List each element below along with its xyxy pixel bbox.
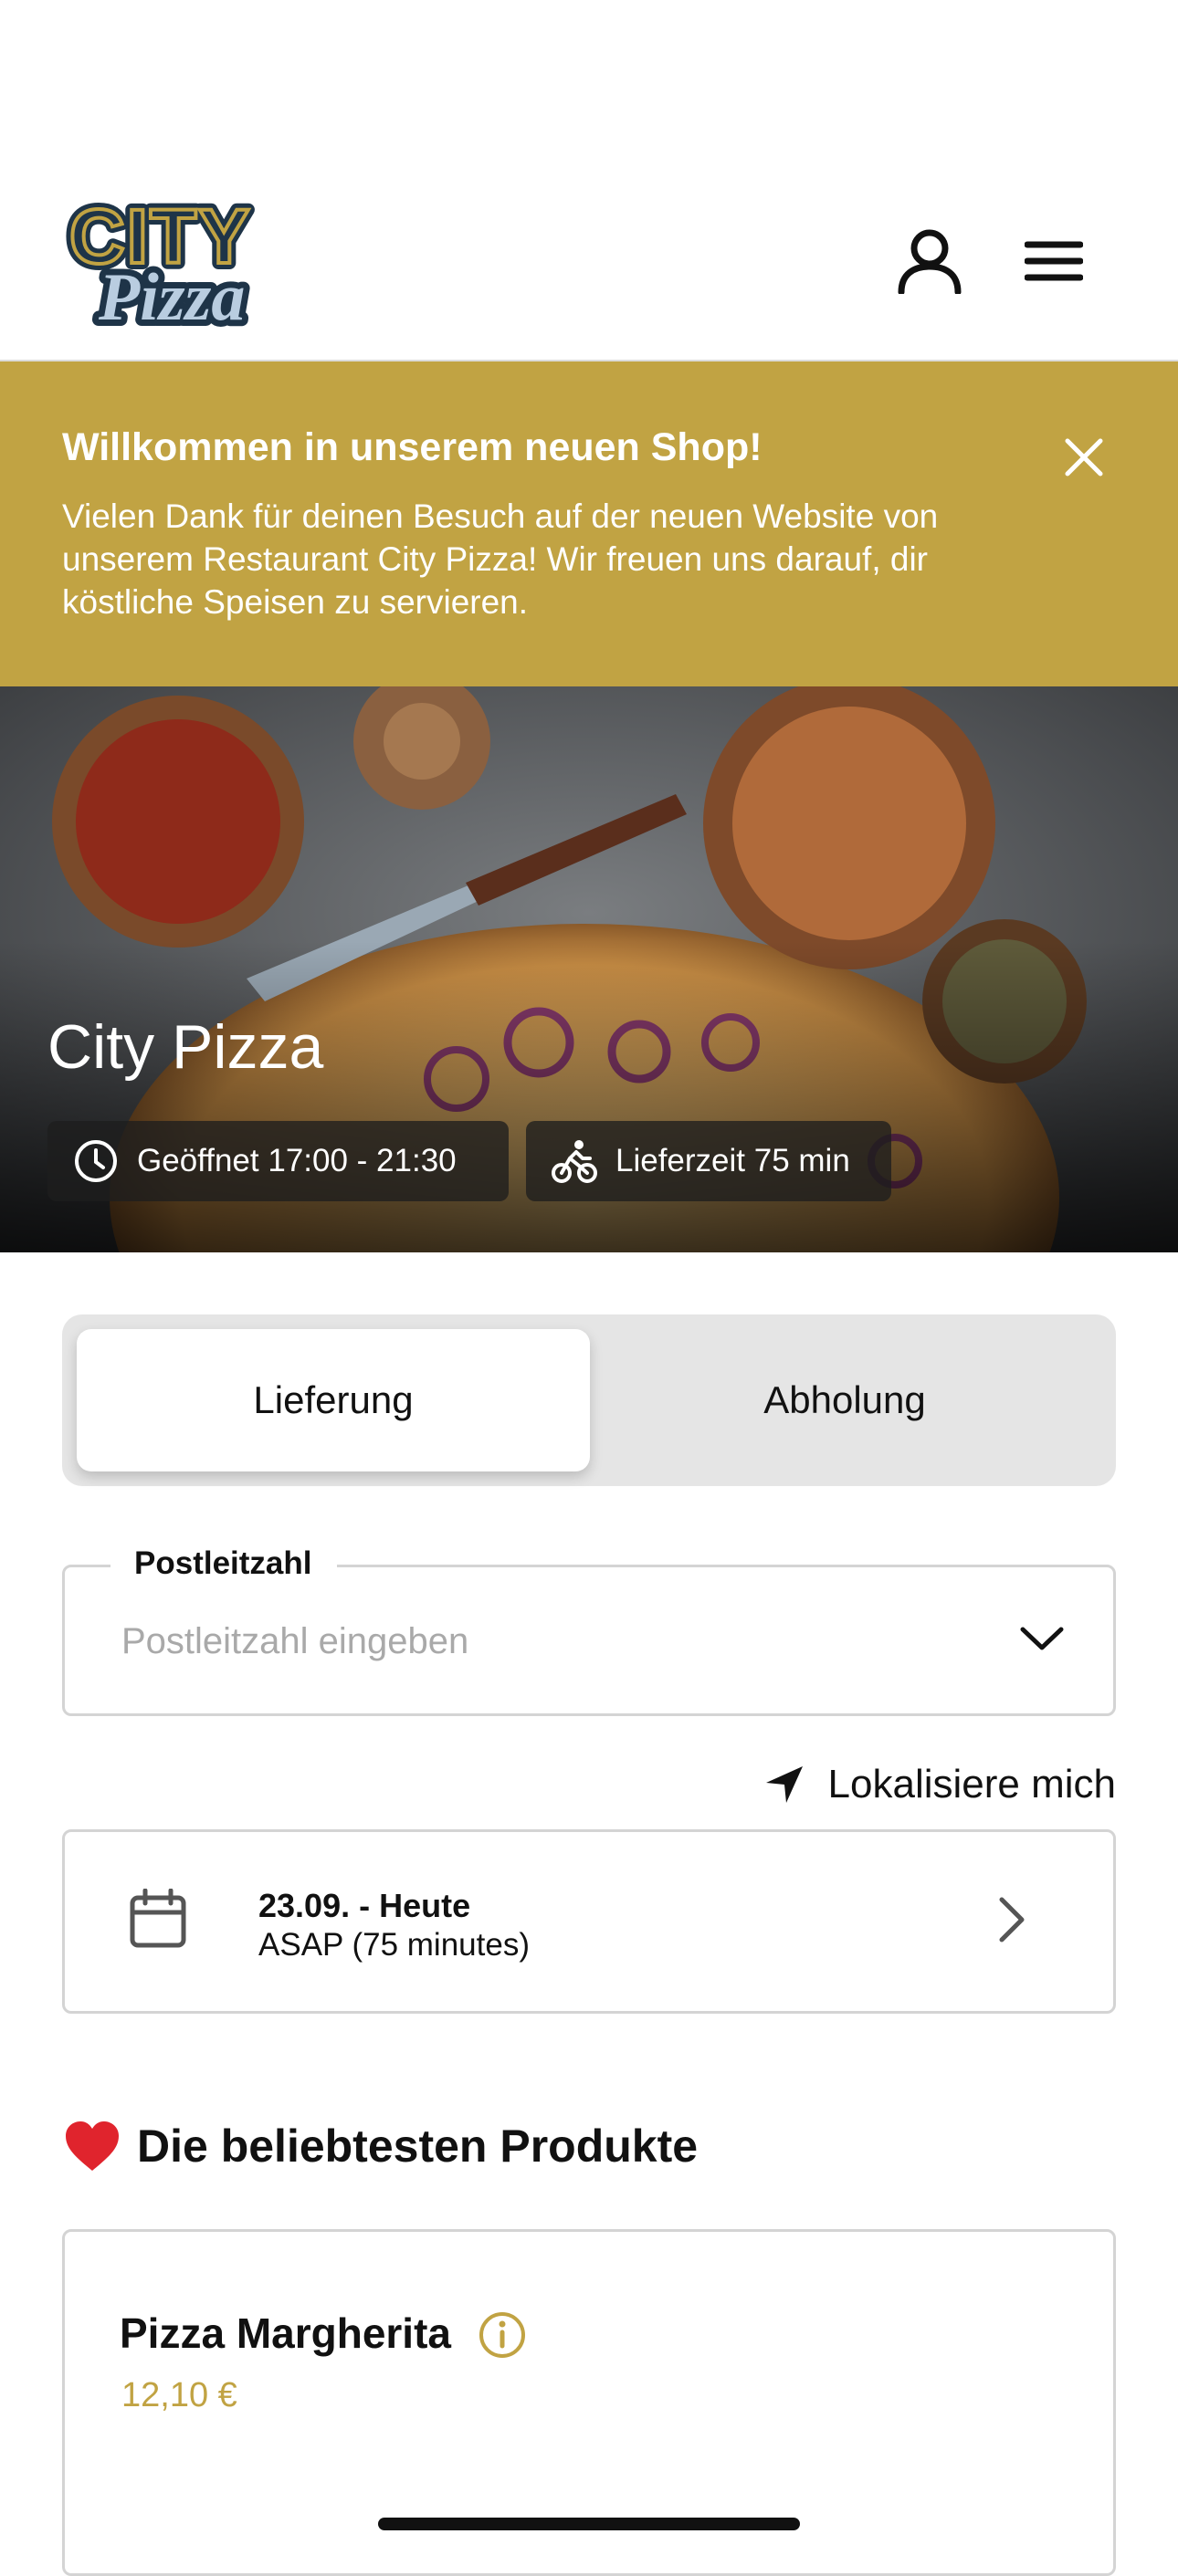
info-icon[interactable] — [478, 2310, 527, 2360]
calendar-icon — [130, 1889, 186, 1948]
clock-icon — [75, 1140, 117, 1182]
restaurant-hero: City Pizza Geöffnet 17:00 - 21:30 Liefer… — [0, 686, 1178, 1252]
tab-pickup[interactable]: Abholung — [588, 1329, 1101, 1471]
popular-heading-text: Die beliebtesten Produkte — [137, 2120, 699, 2172]
opening-hours-chip: Geöffnet 17:00 - 21:30 — [47, 1121, 509, 1201]
postcode-input[interactable] — [120, 1620, 945, 1663]
postcode-label: Postleitzahl — [110, 1545, 338, 1582]
location-arrow-icon — [765, 1766, 803, 1803]
product-price: 12,10 € — [121, 2376, 237, 2414]
locate-me-button[interactable]: Lokalisiere mich — [749, 1756, 1116, 1813]
delivery-time-chip: Lieferzeit 75 min — [526, 1121, 891, 1201]
banner-text: Vielen Dank für deinen Besuch auf der ne… — [62, 497, 939, 621]
svg-text:Pizza: Pizza — [98, 260, 245, 335]
tab-delivery[interactable]: Lieferung — [77, 1329, 590, 1471]
chevron-down-icon — [1020, 1627, 1064, 1650]
postcode-field[interactable]: Postleitzahl — [62, 1545, 1116, 1716]
user-icon — [898, 229, 962, 294]
welcome-banner: Willkommen in unserem neuen Shop! Vielen… — [0, 361, 1178, 686]
locate-me-label: Lokalisiere mich — [827, 1762, 1116, 1806]
city-pizza-logo[interactable]: CITY CITY Pizza Pizza — [62, 187, 290, 341]
order-mode-toggle: Lieferung Abholung — [62, 1314, 1116, 1486]
app-header: CITY CITY Pizza Pizza — [0, 0, 1178, 362]
delivery-time-option: ASAP (75 minutes) — [258, 1927, 530, 1963]
delivery-time-selector[interactable]: 23.09. - Heute ASAP (75 minutes) — [62, 1829, 1116, 2014]
delivery-time-text: Lieferzeit 75 min — [615, 1143, 850, 1178]
home-indicator — [378, 2518, 800, 2530]
menu-button[interactable] — [1012, 219, 1096, 303]
close-icon — [1065, 438, 1103, 476]
bicycle-icon — [552, 1140, 597, 1183]
chevron-right-icon — [999, 1897, 1025, 1942]
heart-emoji — [66, 2121, 119, 2171]
postcode-dropdown-button[interactable] — [1015, 1611, 1069, 1666]
product-name: Pizza Margherita — [120, 2309, 451, 2357]
banner-close-button[interactable] — [1056, 429, 1112, 486]
menu-icon — [1025, 241, 1083, 281]
popular-products-heading: Die beliebtesten Produkte — [64, 2120, 698, 2173]
restaurant-name: City Pizza — [47, 1012, 324, 1082]
opening-hours-text: Geöffnet 17:00 - 21:30 — [137, 1143, 457, 1178]
delivery-date: 23.09. - Heute — [258, 1887, 471, 1924]
account-button[interactable] — [888, 219, 972, 303]
banner-title: Willkommen in unserem neuen Shop! — [62, 425, 763, 469]
